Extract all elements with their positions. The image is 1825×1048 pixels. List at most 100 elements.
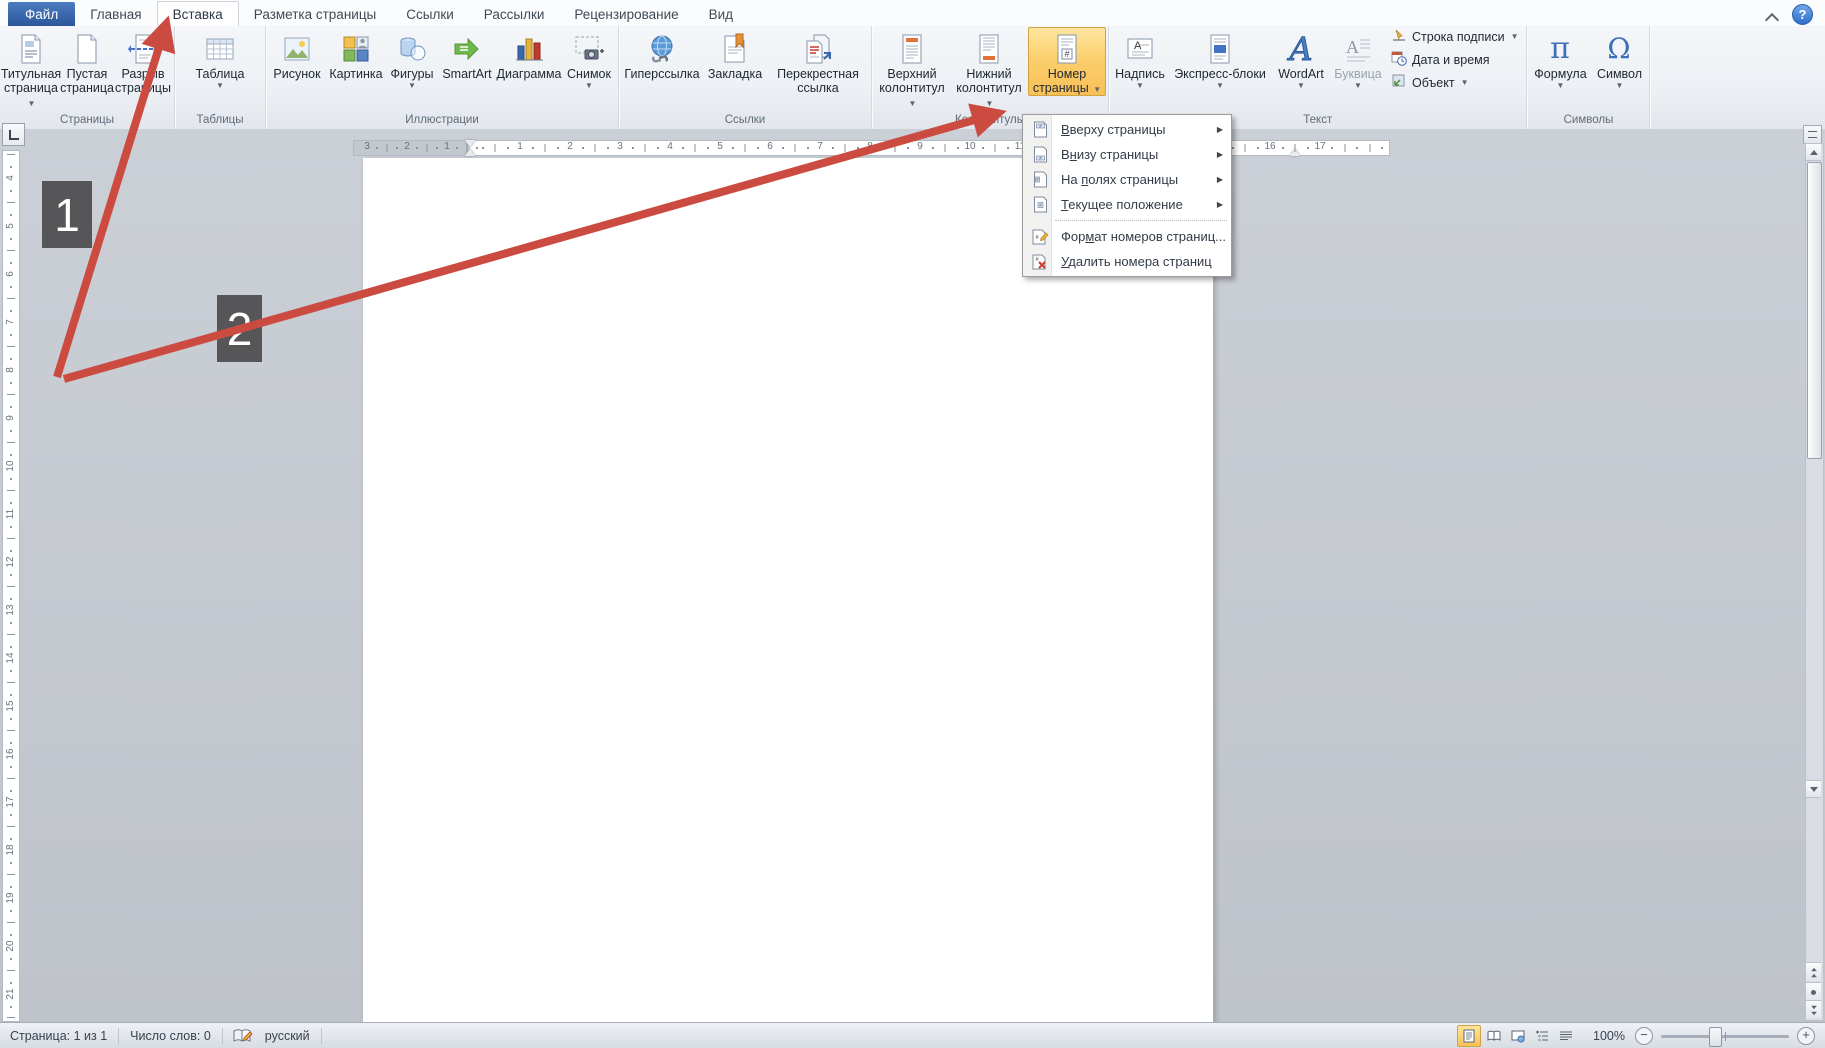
group-links: Гиперссылка Закладка Перекрестнаяссылка … [619,26,872,129]
group-pages: Титульнаястраница ▼ Пустаястраница Разры… [0,26,175,129]
svg-text:A: A [1346,37,1359,57]
text-box-icon: A [1124,31,1156,67]
word-count-status[interactable]: Число слов: 0 [128,1029,213,1043]
dropdown-caret-icon: ▼ [195,82,244,90]
submenu-arrow-icon: ▶ [1217,200,1223,209]
shapes-button[interactable]: Фигуры▼ [386,27,438,90]
help-icon[interactable]: ? [1792,4,1813,25]
bookmark-button[interactable]: Закладка [703,27,767,81]
clipart-icon [340,31,372,67]
blank-page-icon [71,31,103,67]
clipart-button[interactable]: Картинка [326,27,386,81]
header-icon [896,31,928,67]
symbol-omega-icon: Ω [1602,31,1636,67]
page-break-icon [127,31,159,67]
page-number-button[interactable]: # Номерстраницы ▼ [1028,27,1106,96]
tab-references[interactable]: Ссылки [391,2,469,26]
outline-view-button[interactable] [1531,1026,1553,1046]
dropdown-caret-icon: ▼ [567,82,611,90]
tab-review[interactable]: Рецензирование [559,2,693,26]
menu-item-format-page-numbers[interactable]: # Формат номеров страниц... [1023,224,1231,249]
tab-file[interactable]: Файл [8,2,75,26]
tab-selector-button[interactable] [2,123,25,146]
menu-item-bottom-of-page[interactable]: # Внизу страницы ▶ [1023,142,1231,167]
zoom-slider-thumb[interactable] [1709,1027,1722,1047]
cover-page-button[interactable]: Титульнаястраница ▼ [2,27,60,109]
blank-page-button[interactable]: Пустаястраница [60,27,114,95]
ribbon-tab-bar: Файл Главная Вставка Разметка страницы С… [0,0,1825,27]
tab-page-layout[interactable]: Разметка страницы [239,2,391,26]
screenshot-button[interactable]: Снимок▼ [562,27,616,90]
text-box-button[interactable]: A Надпись▼ [1111,27,1169,90]
shapes-icon [396,31,428,67]
dropdown-caret-icon: ▼ [1115,82,1165,90]
zoom-level-label[interactable]: 100% [1593,1029,1625,1043]
tab-insert[interactable]: Вставка [157,1,239,27]
tab-view[interactable]: Вид [694,2,748,26]
web-layout-view-button[interactable] [1507,1026,1529,1046]
scroll-up-button[interactable] [1806,144,1821,161]
ribbon: Титульнаястраница ▼ Пустаястраница Разры… [0,26,1825,130]
document-page[interactable] [363,158,1214,1022]
proofing-status-icon[interactable] [232,1028,253,1044]
scroll-down-button[interactable] [1806,780,1821,798]
next-page-button[interactable] [1806,1000,1821,1019]
ruler-toggle-button[interactable] [1803,125,1822,144]
menu-item-page-margins[interactable]: # На полях страницы ▶ [1023,167,1231,192]
picture-button[interactable]: Рисунок [268,27,326,81]
dropdown-caret-icon: ▼ [1534,82,1586,90]
previous-page-button[interactable] [1806,962,1821,981]
status-bar: Страница: 1 из 1 Число слов: 0 русский 1… [0,1022,1825,1048]
dropdown-caret-icon: ▼ [390,82,433,90]
tab-home[interactable]: Главная [75,2,156,26]
picture-icon [281,31,313,67]
drop-cap-button[interactable]: A Буквица▼ [1331,27,1385,90]
smartart-button[interactable]: SmartArt [438,27,496,81]
symbol-button[interactable]: Ω Символ▼ [1591,27,1647,90]
object-button[interactable]: Объект ▼ [1391,73,1518,92]
vertical-ruler[interactable]: 456789101112131415161718192021 [2,150,20,1022]
scrollbar-thumb[interactable] [1807,162,1822,459]
equation-pi-icon: π [1543,31,1577,67]
menu-item-top-of-page[interactable]: # Вверху страницы ▶ [1023,117,1231,142]
group-symbols: π Формула▼ Ω Символ▼ Символы [1527,26,1650,129]
wordart-button[interactable]: A WordArt▼ [1271,27,1331,90]
vertical-scrollbar[interactable] [1805,143,1824,1021]
date-time-icon [1391,50,1407,69]
quick-parts-button[interactable]: Экспресс-блоки▼ [1169,27,1271,90]
quick-parts-icon [1204,31,1236,67]
tab-mailings[interactable]: Рассылки [469,2,560,26]
minimize-ribbon-icon[interactable] [1766,15,1778,22]
dropdown-caret-icon: ▼ [1334,82,1381,90]
language-status[interactable]: русский [263,1029,312,1043]
draft-view-button[interactable] [1555,1026,1577,1046]
dropdown-caret-icon: ▼ [1093,86,1101,94]
dropdown-caret-icon: ▼ [28,100,36,108]
menu-item-current-position[interactable]: # Текущее положение ▶ [1023,192,1231,217]
menu-item-remove-page-numbers[interactable]: # Удалить номера страниц [1023,249,1231,274]
zoom-slider-track[interactable] [1661,1035,1789,1038]
equation-button[interactable]: π Формула▼ [1529,27,1591,90]
print-layout-view-button[interactable] [1457,1025,1481,1047]
page-count-status[interactable]: Страница: 1 из 1 [8,1029,109,1043]
footer-icon [973,31,1005,67]
header-button[interactable]: Верхнийколонтитул ▼ [874,27,950,109]
footer-button[interactable]: Нижнийколонтитул ▼ [950,27,1028,109]
cross-reference-button[interactable]: Перекрестнаяссылка [767,27,869,95]
table-button[interactable]: Таблица▼ [177,27,263,90]
zoom-out-button[interactable]: − [1635,1027,1653,1045]
zoom-in-button[interactable]: + [1797,1027,1815,1045]
page-break-button[interactable]: Разрывстраницы [114,27,172,95]
date-time-button[interactable]: Дата и время [1391,50,1518,69]
signature-line-button[interactable]: Строка подписи ▼ [1391,27,1518,46]
horizontal-ruler[interactable]: 3211234567891011121314151617 [353,140,1390,156]
page-number-icon: # [1051,31,1083,67]
full-screen-reading-view-button[interactable] [1483,1026,1505,1046]
chart-button[interactable]: Диаграмма [496,27,562,81]
document-area: 3211234567891011121314151617 45678910111… [0,129,1825,1022]
dropdown-caret-icon: ▼ [1511,33,1519,41]
hyperlink-button[interactable]: Гиперссылка [621,27,703,81]
select-browse-object-button[interactable] [1806,982,1821,1001]
format-page-numbers-icon: # [1029,228,1051,245]
submenu-arrow-icon: ▶ [1217,150,1223,159]
